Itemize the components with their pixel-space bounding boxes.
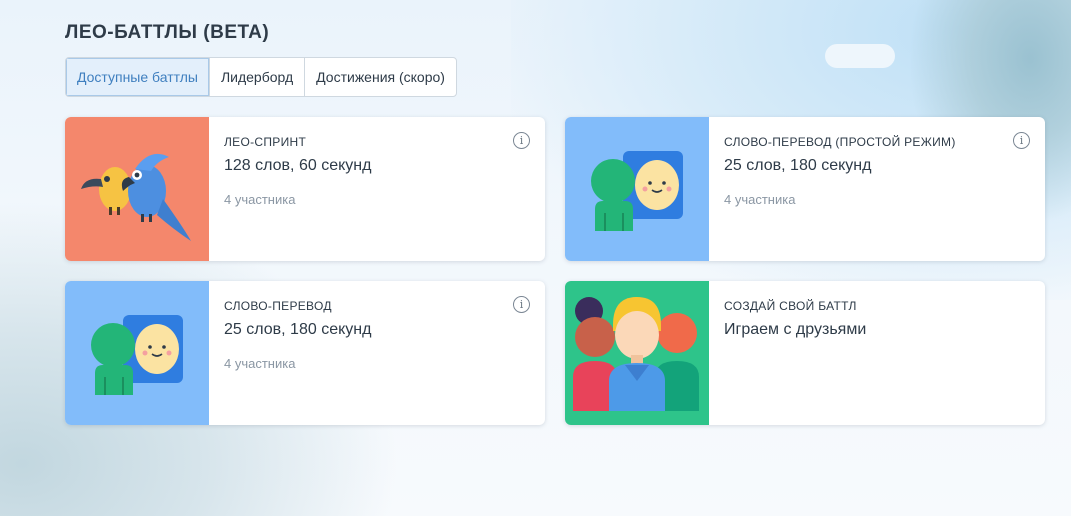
- participants-count: 4 участника: [224, 192, 296, 207]
- info-icon[interactable]: i: [1013, 132, 1030, 149]
- participants-count: 4 участника: [224, 356, 296, 371]
- battle-card-create-own[interactable]: СОЗДАЙ СВОЙ БАТТЛ Играем с друзьями: [565, 281, 1045, 425]
- card-label: ЛЕО-СПРИНТ: [224, 135, 307, 149]
- page-title: ЛЕО-БАТТЛЫ (BETA): [65, 22, 270, 43]
- tab-bar: Доступные баттлы Лидерборд Достижения (с…: [65, 57, 457, 97]
- card-title: Играем с друзьями: [724, 321, 867, 338]
- cloud: [825, 44, 895, 68]
- tab-available-battles[interactable]: Доступные баттлы: [66, 58, 210, 96]
- card-title: 25 слов, 180 секунд: [724, 157, 872, 174]
- battle-card-leo-sprint[interactable]: ЛЕО-СПРИНТ 128 слов, 60 секунд 4 участни…: [65, 117, 545, 261]
- card-title: 25 слов, 180 секунд: [224, 321, 372, 338]
- card-info: ЛЕО-СПРИНТ 128 слов, 60 секунд 4 участни…: [209, 117, 545, 261]
- info-icon[interactable]: i: [513, 296, 530, 313]
- battle-card-word-translation[interactable]: СЛОВО-ПЕРЕВОД 25 слов, 180 секунд 4 учас…: [65, 281, 545, 425]
- card-info: СЛОВО-ПЕРЕВОД 25 слов, 180 секунд 4 учас…: [209, 281, 545, 425]
- card-label: СЛОВО-ПЕРЕВОД: [224, 299, 332, 313]
- card-title: 128 слов, 60 секунд: [224, 157, 372, 174]
- card-info: СОЗДАЙ СВОЙ БАТТЛ Играем с друзьями: [709, 281, 1045, 425]
- tab-leaderboard[interactable]: Лидерборд: [210, 58, 306, 96]
- card-label: СЛОВО-ПЕРЕВОД (ПРОСТОЙ РЕЖИМ): [724, 135, 956, 149]
- card-thumbnail: [65, 117, 209, 261]
- battle-card-word-translation-simple[interactable]: СЛОВО-ПЕРЕВОД (ПРОСТОЙ РЕЖИМ) 25 слов, 1…: [565, 117, 1045, 261]
- translation-people-icon: [91, 315, 183, 395]
- parrots-icon: [81, 153, 191, 241]
- info-icon[interactable]: i: [513, 132, 530, 149]
- participants-count: 4 участника: [724, 192, 796, 207]
- translation-people-icon: [591, 151, 683, 231]
- friends-group-icon: [573, 297, 699, 411]
- tab-achievements[interactable]: Достижения (скоро): [305, 58, 456, 96]
- card-label: СОЗДАЙ СВОЙ БАТТЛ: [724, 299, 857, 313]
- card-info: СЛОВО-ПЕРЕВОД (ПРОСТОЙ РЕЖИМ) 25 слов, 1…: [709, 117, 1045, 261]
- card-thumbnail: [565, 117, 709, 261]
- card-thumbnail: [65, 281, 209, 425]
- card-thumbnail: [565, 281, 709, 425]
